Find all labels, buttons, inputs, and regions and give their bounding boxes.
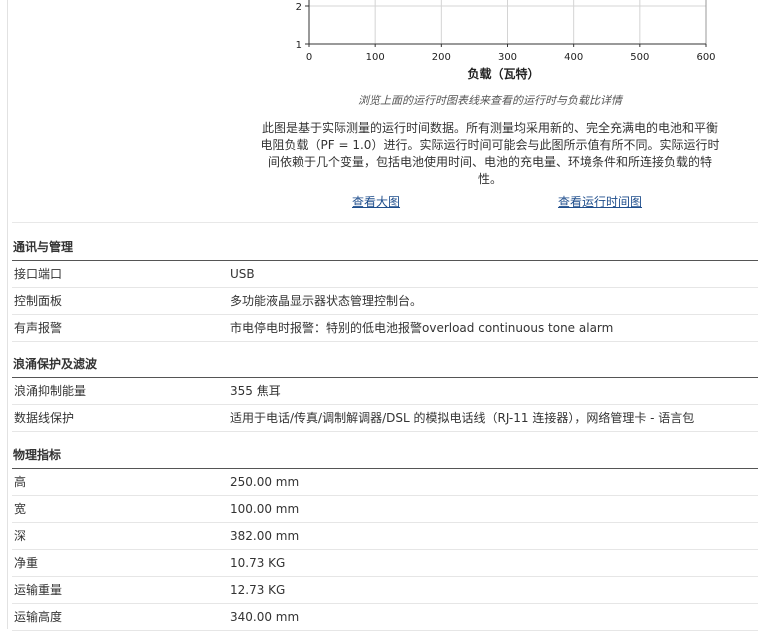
x-tick-label: 500 <box>630 52 649 63</box>
x-tick-label: 100 <box>366 52 385 63</box>
spec-label: 数据线保护 <box>14 411 75 425</box>
spec-value: 355 焦耳 <box>230 384 281 398</box>
spec-label: 宽 <box>14 502 27 516</box>
x-tick-label: 300 <box>498 52 517 63</box>
section-physical: 物理指标 高 250.00 mm 宽 100.00 mm 深 382.00 mm 净重… <box>12 443 758 631</box>
section-title: 通讯与管理 <box>12 235 758 261</box>
spec-row: 浪涌抑制能量 355 焦耳 <box>12 378 758 405</box>
chart-caption: 浏览上面的运行时图表线来查看的运行时与负载比详情 <box>358 94 622 107</box>
x-axis-label: 负载（瓦特） <box>467 66 539 81</box>
spec-row: 深 382.00 mm <box>12 523 758 550</box>
runtime-chart-svg: 2 10 100 200 300 400 500 600 负载（瓦特） <box>296 0 716 81</box>
runtime-chart[interactable]: 2 1 0 100 200 300 400 500 600 负载（瓦特） <box>0 0 759 84</box>
spec-value: 12.73 KG <box>230 583 286 597</box>
spec-row: 控制面板 多功能液晶显示器状态管理控制台。 <box>12 288 758 315</box>
spec-label: 控制面板 <box>14 294 63 308</box>
spec-label: 接口端口 <box>14 267 63 281</box>
x-tick-label: 0 <box>306 52 312 63</box>
divider <box>12 222 758 223</box>
spec-row: 接口端口 USB <box>12 261 758 288</box>
spec-value: 适用于电话/传真/调制解调器/DSL 的模拟电话线（RJ-11 连接器），网络管… <box>230 411 695 425</box>
spec-row: 数据线保护 适用于电话/传真/调制解调器/DSL 的模拟电话线（RJ-11 连接器… <box>12 405 758 432</box>
chart-description: 此图是基于实际测量的运行时间数据。所有测量均采用新的、完全充满电的电池和平衡电阻… <box>260 121 720 186</box>
spec-value: 100.00 mm <box>230 502 300 516</box>
spec-row: 运输高度 340.00 mm <box>12 604 758 631</box>
spec-value: USB <box>230 267 255 281</box>
section-communications: 通讯与管理 接口端口 USB 控制面板 多功能液晶显示器状态管理控制台。 有声报警 市… <box>12 235 758 342</box>
x-tick-label: 200 <box>432 52 451 63</box>
spec-row: 高 250.00 mm <box>12 469 758 496</box>
spec-label: 浪涌抑制能量 <box>14 384 87 398</box>
spec-value: 市电停电时报警：特别的低电池报警overload continuous tone… <box>230 321 614 335</box>
x-tick-label: 600 <box>696 52 715 63</box>
spec-value: 250.00 mm <box>230 475 300 489</box>
section-surge-protection: 浪涌保护及滤波 浪涌抑制能量 355 焦耳 数据线保护 适用于电话/传真/调制解调器… <box>12 352 758 432</box>
spec-value: 多功能液晶显示器状态管理控制台。 <box>230 294 423 308</box>
view-large-chart-link[interactable]: 查看大图 <box>352 193 400 210</box>
spec-label: 深 <box>14 529 27 543</box>
view-runtime-chart-link[interactable]: 查看运行时间图 <box>558 193 642 210</box>
spec-value: 10.73 KG <box>230 556 286 570</box>
spec-value: 340.00 mm <box>230 610 300 624</box>
section-title: 物理指标 <box>12 443 758 469</box>
spec-row: 净重 10.73 KG <box>12 550 758 577</box>
spec-label: 运输高度 <box>14 610 63 624</box>
x-tick-label: 400 <box>564 52 583 63</box>
spec-value: 382.00 mm <box>230 529 300 543</box>
spec-row: 宽 100.00 mm <box>12 496 758 523</box>
spec-label: 高 <box>14 475 27 489</box>
spec-label: 净重 <box>14 556 39 570</box>
chart-links: 查看大图 查看运行时间图 <box>0 193 759 211</box>
content-border <box>7 0 8 629</box>
y-tick-label: 1 <box>296 40 302 51</box>
spec-row: 有声报警 市电停电时报警：特别的低电池报警overload continuous … <box>12 315 758 342</box>
spec-row: 运输重量 12.73 KG <box>12 577 758 604</box>
spec-label: 运输重量 <box>14 583 63 597</box>
section-title: 浪涌保护及滤波 <box>12 352 758 378</box>
spec-label: 有声报警 <box>14 321 63 335</box>
y-tick-label: 2 <box>296 2 302 13</box>
